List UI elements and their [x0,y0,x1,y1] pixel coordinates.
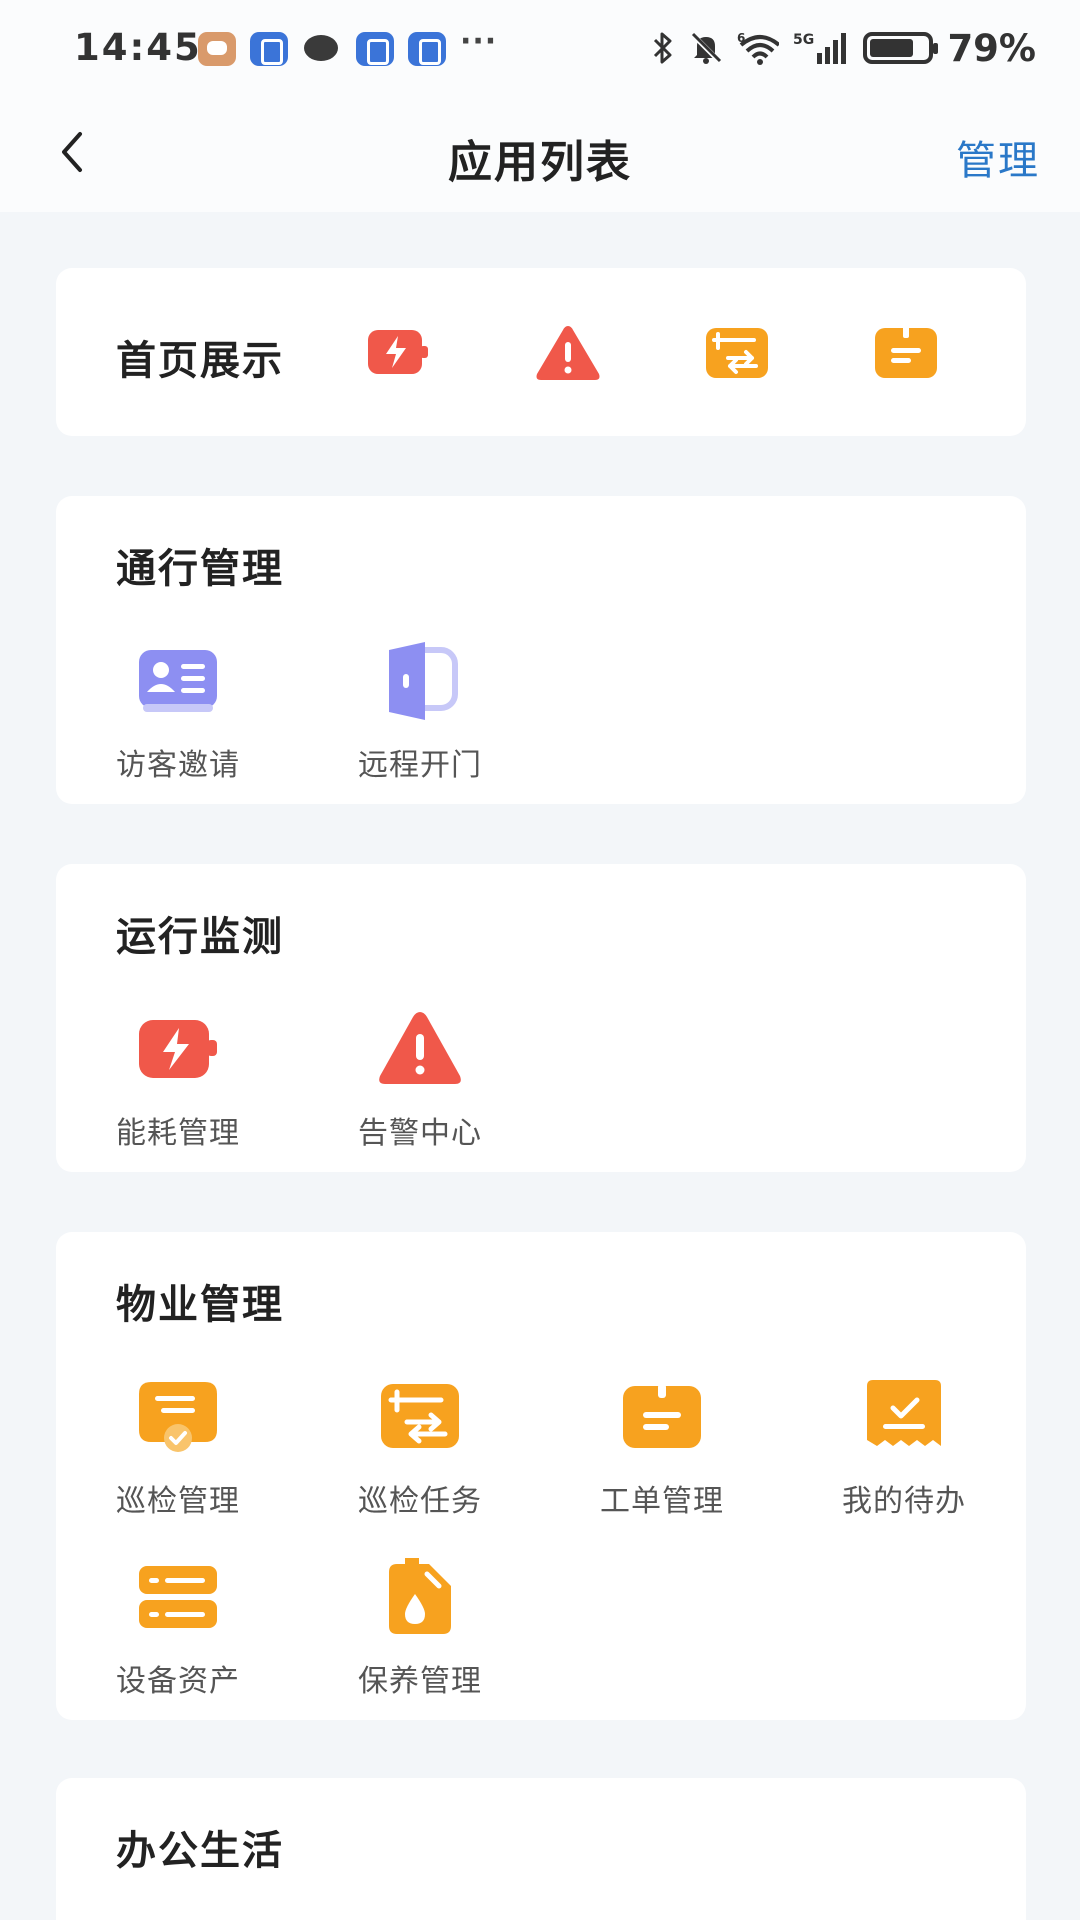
energy-battery-icon [139,1020,217,1078]
message-app-icon [198,32,236,66]
battery-percent: 79% [947,26,1036,70]
system-icons: 6 5G 79% [651,26,1036,70]
app-label: 巡检任务 [358,1484,482,1519]
inspection-icon [139,1382,217,1452]
page-title: 应用列表 [448,137,632,188]
app-label: 保养管理 [358,1664,482,1699]
app-label: 巡检管理 [116,1484,240,1519]
section-title: 物业管理 [116,1282,284,1328]
chat-bubble-icon [302,32,342,66]
energy-battery-icon[interactable] [364,318,434,388]
section-card-access: 通行管理 访客邀请 远程开门 [56,496,1026,804]
status-time: 14:45 [74,26,202,69]
work-order-icon[interactable] [871,318,941,388]
visitor-card-icon [139,650,217,712]
battery-icon [863,32,939,64]
app-label: 告警中心 [358,1116,482,1151]
app-label: 工单管理 [600,1484,724,1519]
door-icon [389,642,458,720]
work-order-icon [623,1384,701,1448]
todo-check-icon [867,1380,941,1446]
status-bar: 14:45 ··· 6 5G 79% [0,0,1080,100]
signal-icon: 5G [793,32,847,64]
warning-triangle-icon[interactable] [533,318,603,388]
section-title: 首页展示 [116,338,284,384]
app-item[interactable]: 访客邀请 [78,636,278,784]
app-label: 设备资产 [116,1664,240,1699]
wifi-icon: 6 [737,31,780,65]
section-card-property: 物业管理 巡检管理 巡检任务 工单管理 我的待办 设备资产 保养管理 [56,1232,1026,1720]
app-item[interactable]: 设备资产 [78,1552,278,1700]
app-item[interactable]: 远程开门 [320,636,520,784]
maintenance-oil-icon [389,1558,451,1634]
app-label: 我的待办 [842,1484,966,1519]
section-title: 通行管理 [116,546,284,592]
app-item[interactable]: 保养管理 [320,1552,520,1700]
patrol-task-icon [381,1384,459,1448]
warning-triangle-icon [379,1012,461,1084]
battery-fill [870,39,914,57]
app-item[interactable]: 能耗管理 [78,1004,278,1152]
section-card-monitoring: 运行监测 能耗管理 告警中心 [56,864,1026,1172]
app-item[interactable]: 告警中心 [320,1004,520,1152]
app-item[interactable]: 巡检管理 [78,1372,278,1520]
device-asset-icon [139,1566,217,1628]
app-header: 应用列表 管理 [0,100,1080,212]
section-title: 办公生活 [116,1828,284,1874]
blue-app-icon [408,32,446,66]
blue-app-icon [250,32,288,66]
app-item[interactable]: 巡检任务 [320,1372,520,1520]
patrol-task-icon[interactable] [702,318,772,388]
notification-icons: ··· [198,24,498,66]
section-title: 运行监测 [116,914,284,960]
app-label: 能耗管理 [116,1116,240,1151]
network-label: 5G [793,32,814,48]
overflow-dots-icon: ··· [460,24,498,59]
app-item[interactable]: 工单管理 [562,1372,762,1520]
bluetooth-icon [654,32,672,64]
blue-app-icon [356,32,394,66]
home-display-card: 首页展示 [56,268,1026,436]
app-label: 访客邀请 [116,748,240,783]
app-item[interactable]: 我的待办 [804,1372,1004,1520]
bell-muted-icon [690,32,723,64]
section-card-office-life: 办公生活 [56,1778,1026,1920]
manage-button[interactable]: 管理 [956,128,1040,186]
app-label: 远程开门 [358,748,482,783]
